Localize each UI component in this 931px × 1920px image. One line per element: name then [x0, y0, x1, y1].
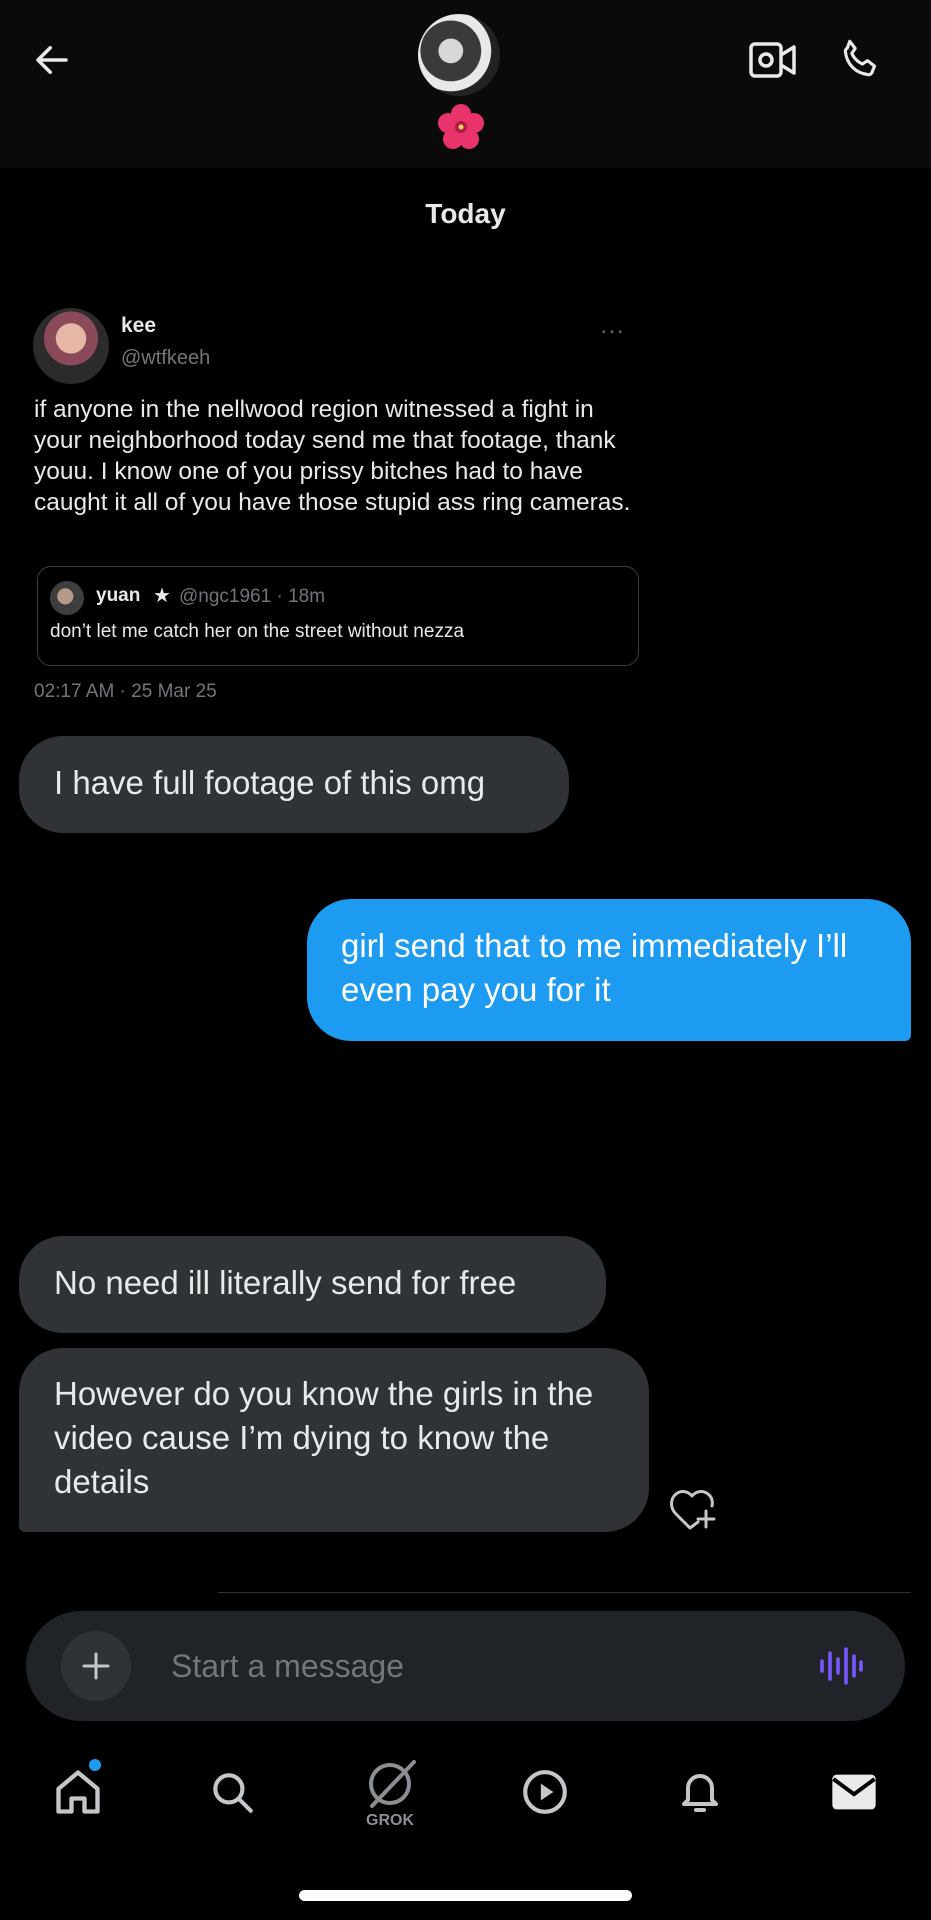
more-options-icon[interactable]: ··· [600, 318, 625, 344]
voice-call-button[interactable] [836, 34, 886, 84]
message-bubble-outgoing[interactable]: girl send that to me immediately I’ll ev… [307, 899, 911, 1041]
phone-icon [843, 39, 877, 77]
post-author-avatar[interactable] [33, 308, 109, 384]
quoted-author-handle: @ngc1961 · 18m [179, 586, 326, 607]
mail-icon [832, 1774, 876, 1810]
nav-search[interactable] [200, 1760, 264, 1824]
video-call-button[interactable] [748, 38, 798, 82]
voice-waveform-icon [820, 1647, 863, 1685]
contact-avatar[interactable] [418, 14, 500, 96]
nav-video[interactable] [513, 1760, 577, 1824]
post-author-name[interactable]: kee [121, 314, 156, 338]
composer-divider [218, 1592, 911, 1593]
message-bubble-incoming[interactable]: However do you know the girls in the vid… [19, 1348, 649, 1532]
message-bubble-incoming[interactable]: No need ill literally send for free [19, 1236, 606, 1333]
quoted-post-card[interactable]: yuan ★ @ngc1961 · 18m don’t let me catch… [37, 566, 639, 666]
bell-icon [682, 1774, 718, 1812]
grok-label[interactable]: GROK [350, 1812, 430, 1830]
star-icon: ★ [153, 585, 171, 607]
message-input[interactable] [169, 1637, 793, 1695]
back-button[interactable] [28, 36, 76, 84]
post-timestamp: 02:17 AM · 25 Mar 25 [34, 681, 217, 702]
message-composer [26, 1611, 905, 1721]
nav-home[interactable] [46, 1760, 110, 1824]
play-icon [523, 1770, 567, 1814]
video-camera-icon [749, 42, 796, 78]
hibiscus-icon [438, 104, 484, 149]
nav-messages[interactable] [822, 1760, 886, 1824]
nav-notifications[interactable] [668, 1760, 732, 1824]
post-author-handle[interactable]: @wtfkeeh [121, 347, 210, 370]
date-divider: Today [425, 198, 506, 229]
home-indicator[interactable] [299, 1890, 632, 1901]
quoted-author-name: yuan [96, 585, 141, 606]
grok-icon [369, 1760, 416, 1808]
contact-emoji [436, 102, 486, 152]
quoted-author-avatar [50, 581, 84, 615]
quoted-post-text: don’t let me catch her on the street wit… [50, 621, 465, 642]
add-attachment-button[interactable] [61, 1631, 131, 1701]
message-bubble-incoming[interactable]: I have full footage of this omg [19, 736, 569, 833]
arrow-left-icon [36, 46, 68, 74]
nav-grok[interactable] [358, 1752, 422, 1816]
search-icon [213, 1773, 253, 1813]
heart-plus-icon [670, 1490, 716, 1530]
post-text[interactable]: if anyone in the nellwood region witness… [34, 394, 634, 518]
add-reaction-button[interactable] [668, 1484, 718, 1530]
notification-dot [89, 1759, 101, 1771]
voice-message-button[interactable] [818, 1645, 864, 1687]
plus-icon [82, 1652, 110, 1680]
home-icon [56, 1770, 100, 1814]
